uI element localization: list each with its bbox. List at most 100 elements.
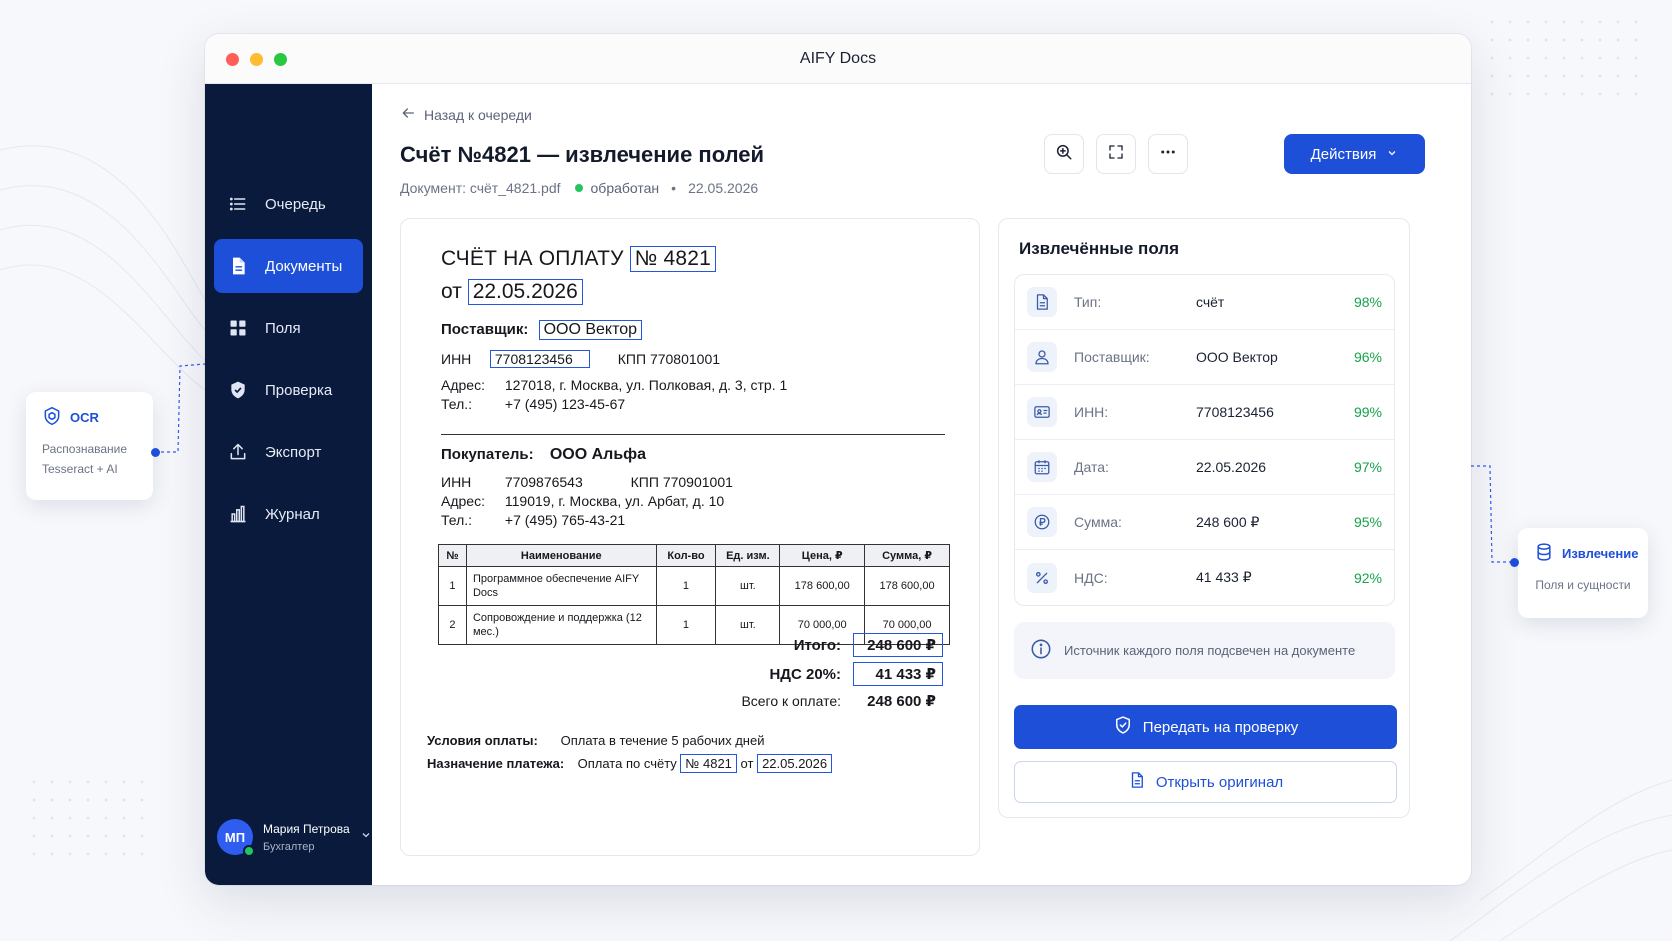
- purpose-number-highlight[interactable]: № 4821: [680, 754, 737, 773]
- field-label: Дата:: [1074, 459, 1109, 475]
- info-icon: [1030, 638, 1052, 663]
- zoom-in-button[interactable]: [1044, 134, 1084, 174]
- field-row-vat[interactable]: НДС: 41 433 ₽ 92%: [1015, 550, 1394, 605]
- document-meta: Документ: счёт_4821.pdf обработан • 22.0…: [400, 180, 758, 196]
- arrow-left-icon: [400, 105, 416, 124]
- field-label: НДС:: [1074, 569, 1108, 586]
- minimize-window-button[interactable]: [250, 53, 263, 66]
- vat-row: НДС 20%: 41 433 ₽: [701, 662, 943, 686]
- field-label: Сумма:: [1074, 514, 1122, 530]
- items-table: № Наименование Кол-во Ед. изм. Цена, ₽ С…: [438, 544, 950, 645]
- purpose-date-highlight[interactable]: 22.05.2026: [757, 754, 833, 773]
- document-date: 22.05.2026: [688, 180, 759, 196]
- chevron-down-icon: [1386, 146, 1398, 163]
- connector-dot-right: [1510, 558, 1519, 567]
- database-icon: [1534, 542, 1554, 565]
- grid-icon: [227, 317, 249, 339]
- send-to-review-button[interactable]: Передать на проверку: [1014, 705, 1397, 749]
- status-dot: [574, 184, 583, 192]
- table-cell: шт.: [715, 566, 781, 606]
- table-cell: 2: [438, 605, 467, 645]
- table-cell: 1: [655, 566, 717, 606]
- vat-value-highlight[interactable]: 41 433 ₽: [853, 662, 943, 686]
- supplier-name-highlight[interactable]: ООО Вектор: [538, 320, 643, 340]
- upload-icon: [227, 441, 249, 463]
- sidebar-item-documents[interactable]: Документы: [214, 239, 363, 293]
- field-label: Поставщик:: [1074, 349, 1150, 365]
- field-row-inn[interactable]: ИНН: 7708123456 99%: [1015, 385, 1394, 440]
- supplier-inn-highlight[interactable]: 7708123456: [489, 350, 590, 368]
- buyer-kpp: КПП 770901001: [630, 474, 733, 490]
- field-value: ООО Вектор: [1196, 349, 1278, 365]
- close-window-button[interactable]: [226, 53, 239, 66]
- source-highlight-note: Источник каждого поля подсвечен на докум…: [1014, 622, 1395, 679]
- supplier-phone-line: Тел.: +7 (495) 123-45-67: [441, 396, 625, 412]
- buyer-address: 119019, г. Москва, ул. Арбат, д. 10: [504, 493, 725, 509]
- sidebar-item-queue[interactable]: Очередь: [214, 177, 363, 231]
- total-row: Итого: 248 600 ₽: [701, 633, 943, 657]
- shield-cube-icon: [42, 406, 62, 429]
- field-confidence: 99%: [1353, 404, 1382, 420]
- field-label: ИНН:: [1074, 404, 1109, 420]
- calendar-icon: [1027, 452, 1057, 482]
- buyer-phone-label: Тел.:: [441, 512, 473, 528]
- buyer-address-label: Адрес:: [441, 493, 485, 509]
- table-header: Ед. изм.: [715, 544, 781, 567]
- invoice-date-highlight[interactable]: 22.05.2026: [467, 279, 583, 305]
- invoice-number-highlight[interactable]: № 4821: [629, 246, 717, 272]
- avatar-initials: МП: [224, 829, 246, 845]
- sidebar-item-export[interactable]: Экспорт: [214, 425, 363, 479]
- field-row-date[interactable]: Дата: 22.05.2026 97%: [1015, 440, 1394, 495]
- fullscreen-button[interactable]: [1096, 134, 1136, 174]
- chevron-down-icon[interactable]: [360, 828, 372, 846]
- app-window: AIFY Docs Очередь Документы Поля Проверк…: [205, 34, 1471, 885]
- sidebar-item-review[interactable]: Проверка: [214, 363, 363, 417]
- payment-terms: Условия оплаты: Оплата в течение 5 рабоч…: [427, 733, 764, 748]
- ocr-badge-line2: Tesseract + AI: [42, 462, 118, 476]
- title-bar: AIFY Docs: [205, 34, 1471, 84]
- supplier-kpp: КПП 770801001: [617, 351, 721, 367]
- field-row-amount[interactable]: Сумма: 248 600 ₽ 95%: [1015, 495, 1394, 550]
- field-confidence: 95%: [1353, 514, 1382, 530]
- table-cell: Программное обеспечение AIFY Docs: [465, 566, 657, 606]
- payment-terms-value: Оплата в течение 5 рабочих дней: [560, 733, 765, 748]
- more-options-button[interactable]: [1148, 134, 1188, 174]
- field-row-supplier[interactable]: Поставщик: ООО Вектор 96%: [1015, 330, 1394, 385]
- user-name: Мария Петрова: [263, 821, 350, 836]
- ruble-icon: [1027, 507, 1057, 537]
- field-row-type[interactable]: Тип: счёт 98%: [1015, 275, 1394, 330]
- field-value: 22.05.2026: [1196, 459, 1267, 475]
- extracted-fields-title: Извлечённые поля: [1019, 239, 1180, 258]
- page-title: Счёт №4821 — извлечение полей: [400, 142, 765, 167]
- buyer-phone-line: Тел.: +7 (495) 765-43-21: [441, 512, 625, 528]
- user-profile[interactable]: МП Мария Петрова Бухгалтер: [217, 819, 372, 857]
- field-value: счёт: [1196, 294, 1225, 310]
- total-value-highlight[interactable]: 248 600 ₽: [853, 633, 943, 657]
- invoice-document: СЧЁТ НА ОПЛАТУ № 4821 от 22.05.2026 Пост…: [401, 219, 981, 857]
- back-link[interactable]: Назад к очереди: [400, 105, 532, 124]
- sidebar-item-label: Журнал: [265, 505, 320, 523]
- table-row: 1 Программное обеспечение AIFY Docs 1 шт…: [438, 566, 950, 606]
- invoice-date-prefix: от: [441, 280, 462, 303]
- open-original-button[interactable]: Открыть оригинал: [1014, 761, 1397, 803]
- maximize-window-button[interactable]: [274, 53, 287, 66]
- field-value: 248 600 ₽: [1196, 513, 1260, 530]
- extracted-fields-panel: Извлечённые поля Тип: счёт 98% Поставщик…: [998, 218, 1410, 818]
- supplier-phone-label: Тел.:: [441, 396, 473, 412]
- field-confidence: 97%: [1353, 459, 1382, 475]
- sidebar-item-label: Поля: [265, 319, 301, 337]
- main-content: Назад к очереди Счёт №4821 — извлечение …: [372, 84, 1471, 885]
- more-horizontal-icon: [1159, 143, 1177, 166]
- ocr-badge-title: OCR: [70, 410, 99, 425]
- sidebar-item-label: Экспорт: [265, 443, 322, 461]
- meta-separator: •: [671, 180, 677, 196]
- supplier-label: Поставщик:: [441, 321, 529, 338]
- user-role: Бухгалтер: [263, 840, 315, 853]
- supplier-inn-label: ИНН: [441, 351, 472, 367]
- extraction-badge-subtitle: Поля и сущности: [1535, 578, 1631, 592]
- actions-dropdown-button[interactable]: Действия: [1284, 134, 1425, 174]
- send-to-review-label: Передать на проверку: [1142, 718, 1299, 736]
- supplier-address: 127018, г. Москва, ул. Полковая, д. 3, с…: [504, 377, 788, 393]
- sidebar-item-log[interactable]: Журнал: [214, 487, 363, 541]
- sidebar-item-fields[interactable]: Поля: [214, 301, 363, 355]
